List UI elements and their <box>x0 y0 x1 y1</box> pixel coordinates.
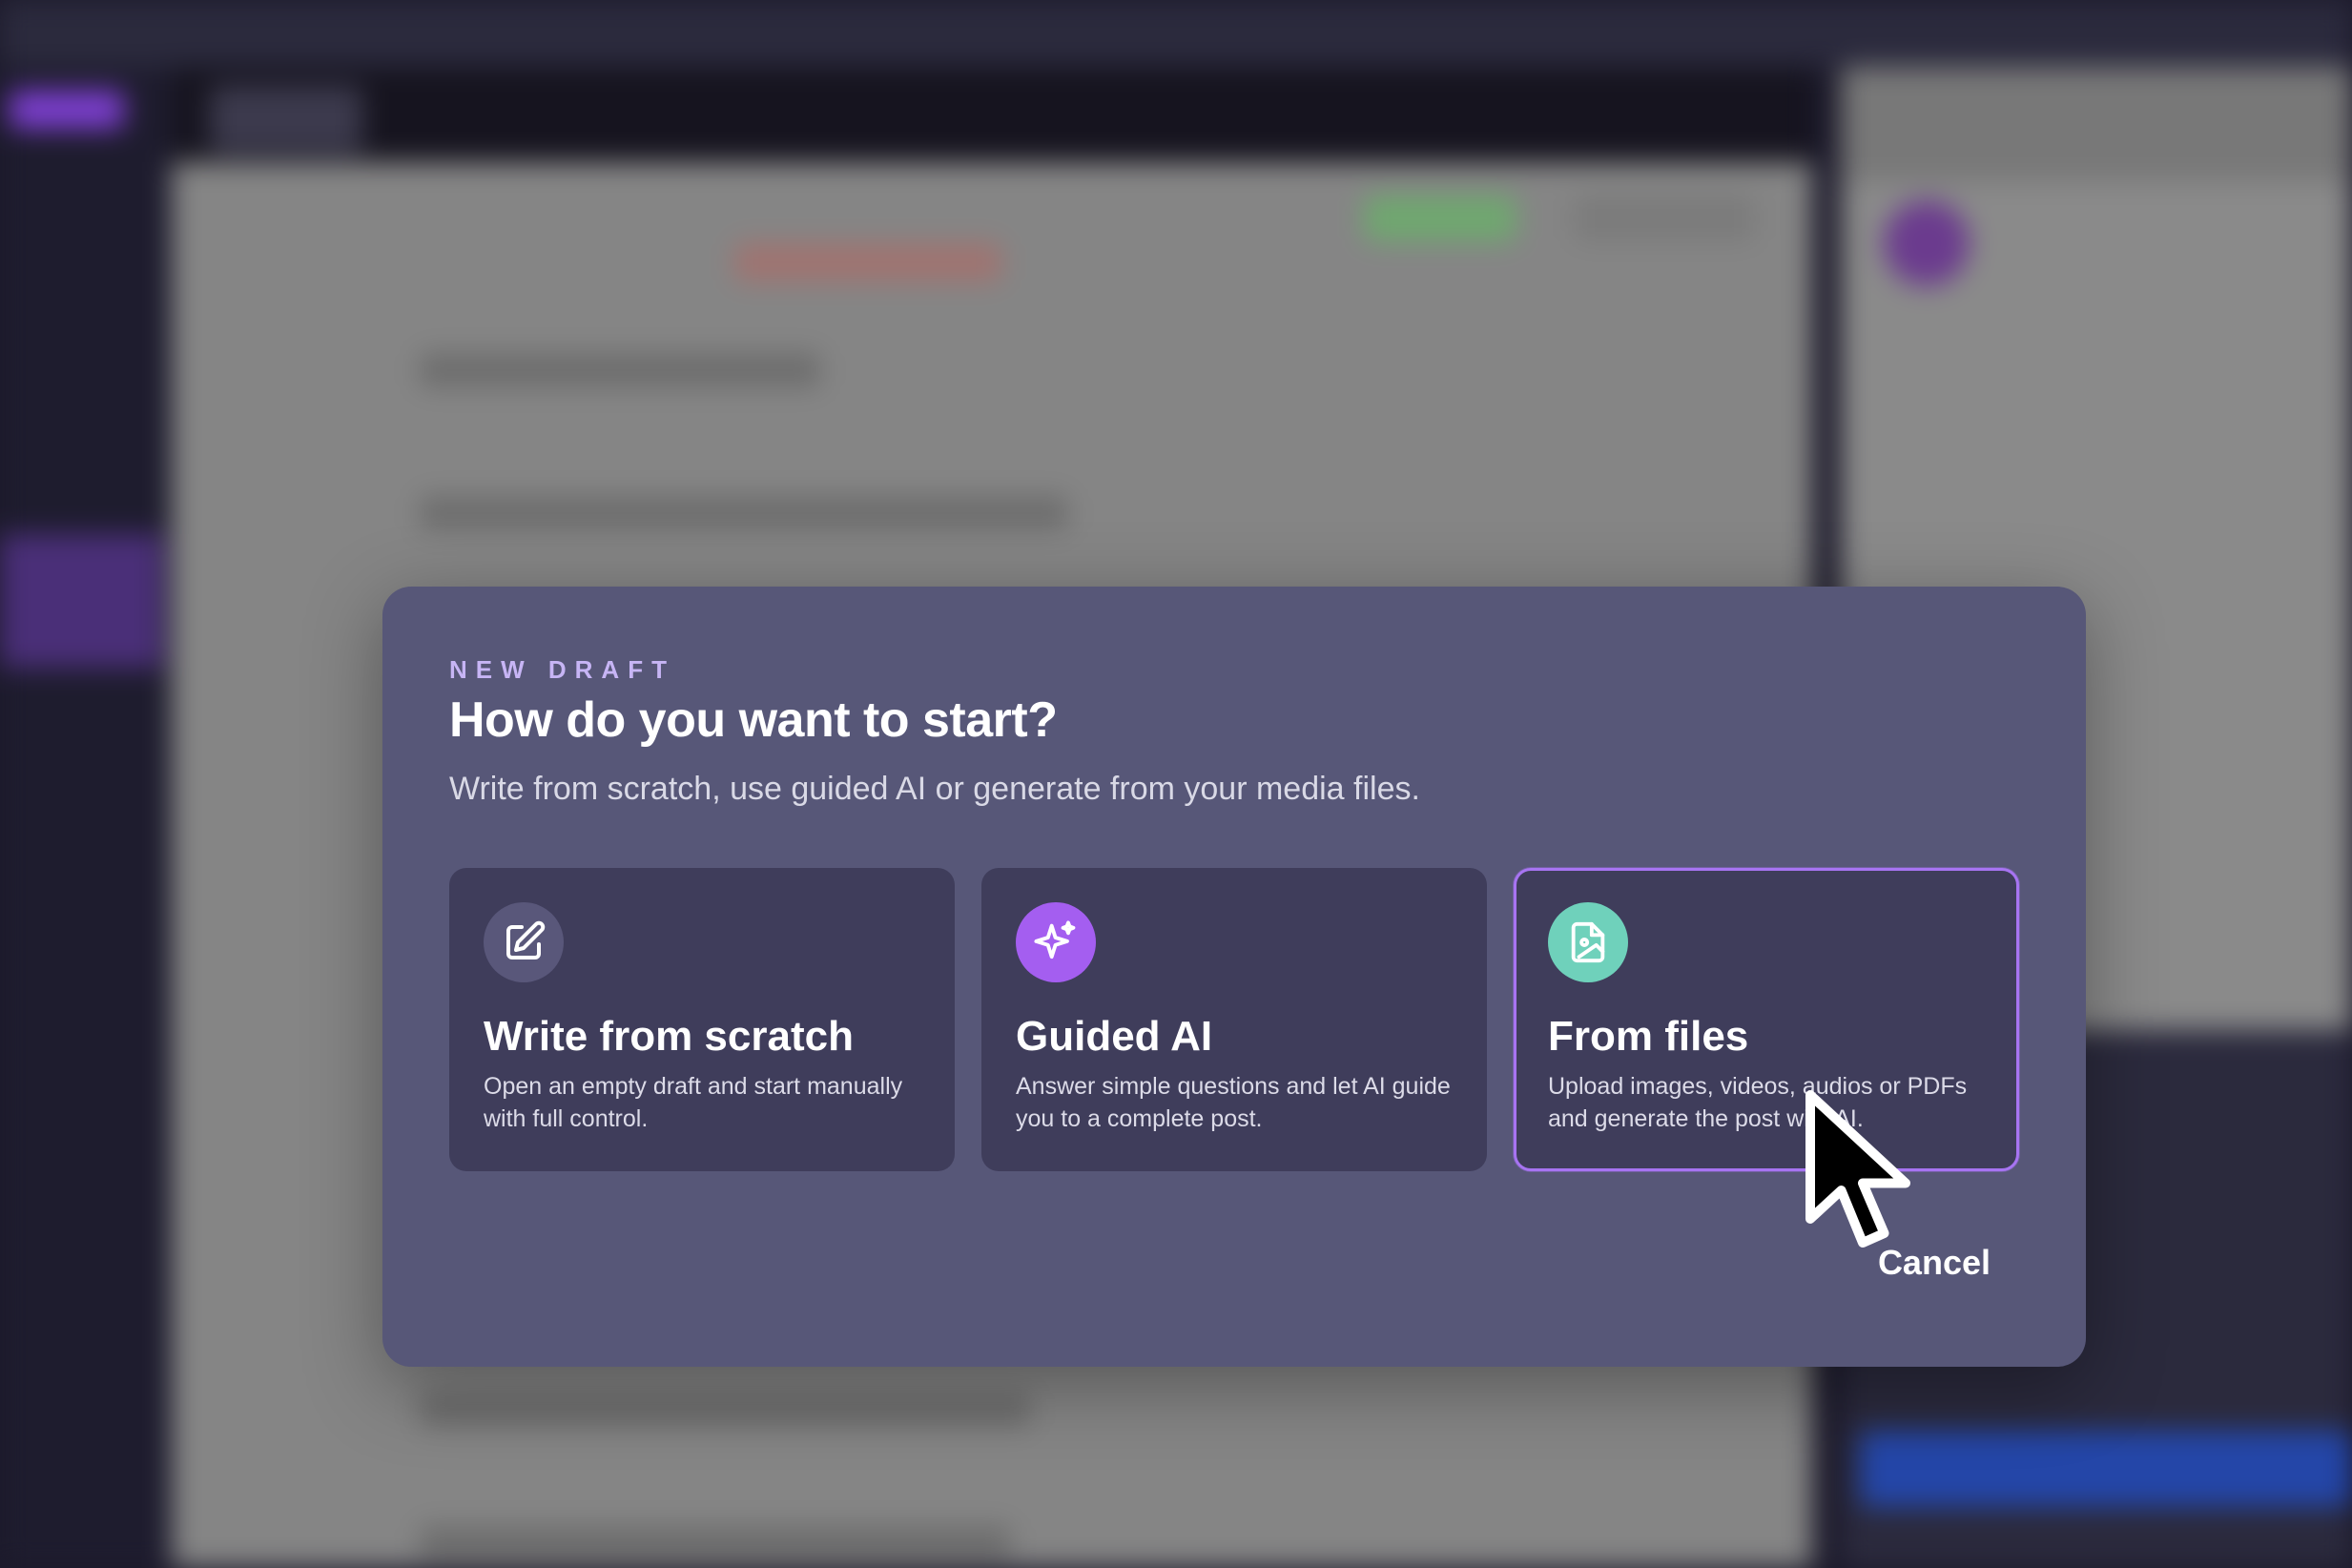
dialog-eyebrow: NEW DRAFT <box>449 655 675 684</box>
file-image-icon <box>1548 902 1628 982</box>
option-title: Write from scratch <box>484 1013 854 1060</box>
background-blue-button <box>1860 1431 2352 1507</box>
option-title: From files <box>1548 1013 1749 1060</box>
background-topbar <box>0 0 2352 67</box>
edit-icon <box>484 902 564 982</box>
guided-ai-option[interactable]: Guided AI Answer simple questions and le… <box>981 868 1487 1171</box>
dialog-subtitle: Write from scratch, use guided AI or gen… <box>449 771 1420 807</box>
dialog-title: How do you want to start? <box>449 692 1058 748</box>
background-text-line <box>420 1526 1011 1560</box>
background-sidebar-active-item <box>0 534 162 668</box>
option-description: Open an empty draft and start manually w… <box>484 1073 903 1132</box>
background-right-panel-header <box>1841 67 2352 181</box>
from-files-option[interactable]: From files Upload images, videos, audios… <box>1514 868 2019 1171</box>
background-gray-pill <box>1574 196 1755 241</box>
background-active-tab <box>210 86 362 153</box>
sparkles-icon <box>1016 902 1096 982</box>
background-text-line <box>420 1393 1030 1427</box>
background-logo <box>10 91 124 129</box>
background-tabstrip <box>172 67 1812 162</box>
write-from-scratch-option[interactable]: Write from scratch Open an empty draft a… <box>449 868 955 1171</box>
cancel-button[interactable]: Cancel <box>1878 1243 1991 1283</box>
screen: NEW DRAFT How do you want to start? Writ… <box>0 0 2352 1568</box>
background-green-pill <box>1364 196 1516 241</box>
option-description: Answer simple questions and let AI guide… <box>1016 1073 1451 1132</box>
background-text-line <box>420 353 820 387</box>
background-red-pill <box>734 243 1001 281</box>
background-avatar <box>1884 200 1970 286</box>
background-sidebar <box>0 67 172 1568</box>
new-draft-dialog: NEW DRAFT How do you want to start? Writ… <box>382 587 2086 1367</box>
option-description: Upload images, videos, audios or PDFs an… <box>1548 1073 1968 1132</box>
background-text-line <box>420 496 1068 530</box>
option-title: Guided AI <box>1016 1013 1213 1060</box>
